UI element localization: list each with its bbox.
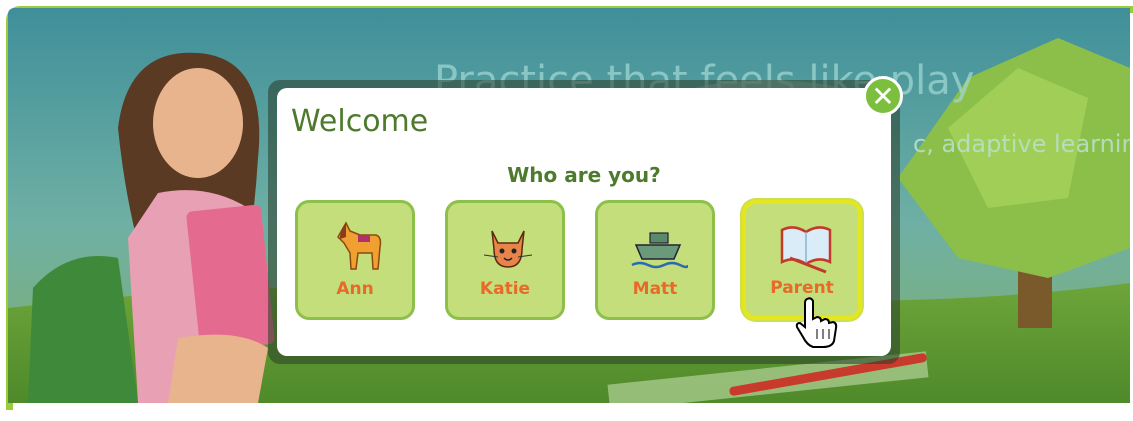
profile-label: Ann (336, 279, 374, 299)
who-are-you-prompt: Who are you? (507, 163, 661, 187)
dialog-title: Welcome (291, 104, 429, 139)
profile-label: Katie (479, 279, 531, 299)
profile-tile-ann[interactable]: Ann (295, 200, 415, 320)
boat-icon (631, 232, 688, 269)
book-icon (780, 226, 832, 274)
profile-tile-katie[interactable]: Katie (445, 200, 565, 320)
profile-tile-matt[interactable]: Matt (595, 200, 715, 320)
hero-subline: c, adaptive learnin (913, 130, 1130, 158)
close-icon[interactable]: ✕ (863, 76, 903, 116)
hand-cursor-icon (795, 297, 838, 348)
profile-label: Matt (632, 279, 678, 299)
horse-icon (337, 221, 382, 270)
cat-icon (483, 230, 533, 268)
